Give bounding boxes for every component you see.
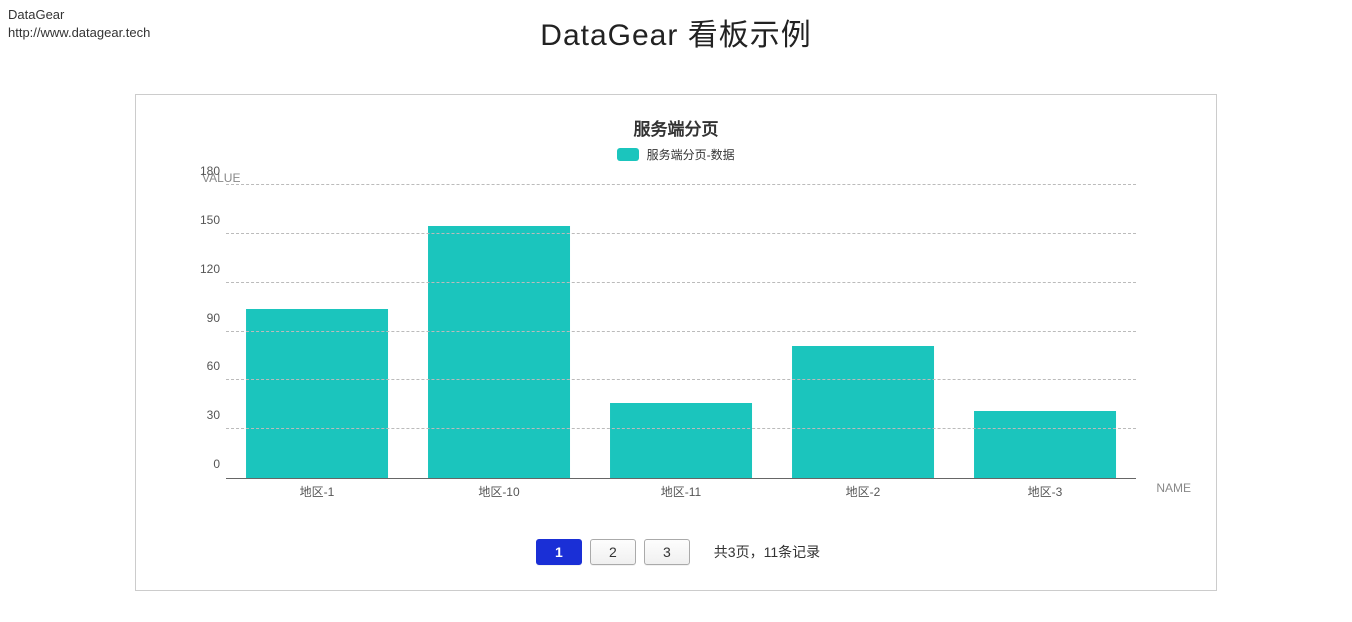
- gridline: [226, 282, 1136, 283]
- bar[interactable]: [610, 403, 752, 478]
- x-tick-label: 地区-11: [590, 483, 772, 500]
- y-tick-label: 30: [192, 408, 220, 422]
- bar[interactable]: [246, 309, 388, 478]
- plot-area: 地区-1地区-10地区-11地区-2地区-3 0306090120150180: [226, 185, 1136, 479]
- page-button-1[interactable]: 1: [536, 539, 582, 565]
- x-tick-label: 地区-1: [226, 483, 408, 500]
- chart-panel: 服务端分页 服务端分页-数据 VALUE NAME 地区-1地区-10地区-11…: [135, 94, 1217, 591]
- bar[interactable]: [974, 411, 1116, 478]
- gridline: [226, 331, 1136, 332]
- pagination: 123 共3页，11条记录: [146, 539, 1206, 565]
- y-tick-label: 60: [192, 359, 220, 373]
- x-tick-label: 地区-3: [954, 483, 1136, 500]
- bar-column: 地区-11: [590, 185, 772, 478]
- page-title: DataGear 看板示例: [0, 0, 1352, 54]
- bar[interactable]: [428, 226, 570, 478]
- bars-container: 地区-1地区-10地区-11地区-2地区-3: [226, 185, 1136, 478]
- x-tick-label: 地区-10: [408, 483, 590, 500]
- chart-title: 服务端分页: [146, 115, 1206, 140]
- chart-area: VALUE NAME 地区-1地区-10地区-11地区-2地区-3 030609…: [176, 173, 1176, 503]
- gridline: [226, 184, 1136, 185]
- gridline: [226, 233, 1136, 234]
- bar[interactable]: [792, 346, 934, 478]
- bar-column: 地区-1: [226, 185, 408, 478]
- gridline: [226, 379, 1136, 380]
- page-buttons: 123: [532, 544, 694, 560]
- gridline: [226, 428, 1136, 429]
- y-tick-label: 180: [192, 164, 220, 178]
- x-tick-label: 地区-2: [772, 483, 954, 500]
- page-button-3[interactable]: 3: [644, 539, 690, 565]
- y-tick-label: 120: [192, 262, 220, 276]
- brand-url: http://www.datagear.tech: [8, 24, 150, 42]
- pagination-summary: 共3页，11条记录: [714, 542, 820, 562]
- bar-column: 地区-10: [408, 185, 590, 478]
- x-axis-label: NAME: [1156, 481, 1191, 495]
- chart-legend[interactable]: 服务端分页-数据: [146, 146, 1206, 163]
- brand-info: DataGear http://www.datagear.tech: [8, 6, 150, 42]
- y-tick-label: 150: [192, 213, 220, 227]
- y-tick-label: 90: [192, 311, 220, 325]
- page-button-2[interactable]: 2: [590, 539, 636, 565]
- legend-swatch-icon: [617, 148, 639, 161]
- y-tick-label: 0: [192, 457, 220, 471]
- bar-column: 地区-2: [772, 185, 954, 478]
- legend-label: 服务端分页-数据: [647, 148, 735, 162]
- brand-name: DataGear: [8, 6, 150, 24]
- bar-column: 地区-3: [954, 185, 1136, 478]
